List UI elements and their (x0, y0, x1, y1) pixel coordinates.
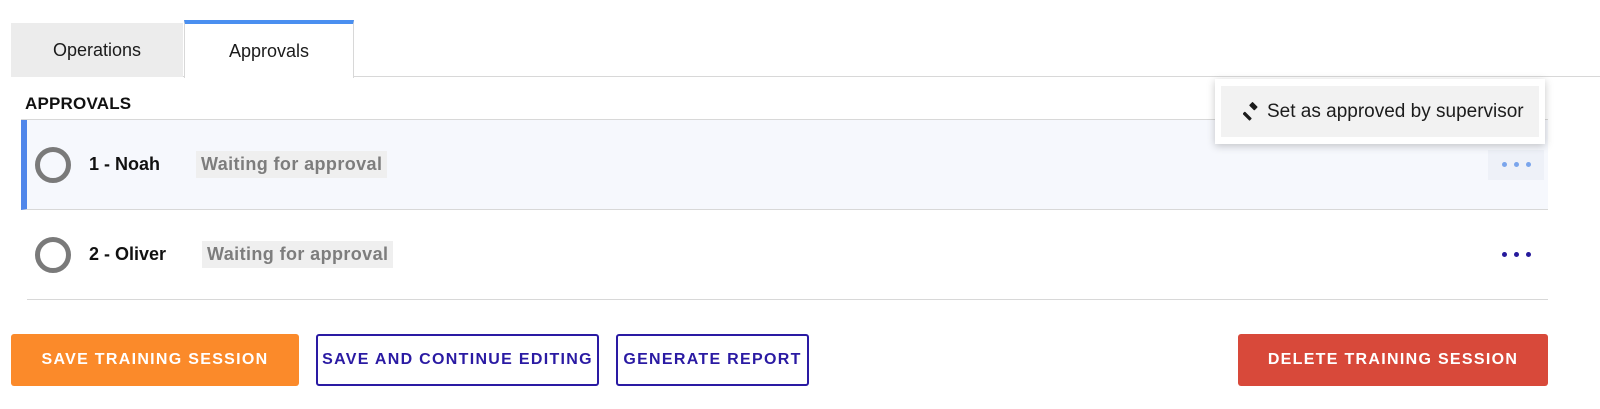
set-approved-menu-item[interactable]: Set as approved by supervisor (1221, 86, 1539, 137)
status-circle-icon (35, 146, 71, 183)
generate-report-button[interactable]: GENERATE REPORT (616, 334, 809, 386)
approver-name: 1 - Noah (89, 154, 161, 174)
tab-approvals[interactable]: Approvals (184, 20, 354, 78)
more-options-button[interactable] (1488, 149, 1544, 180)
more-dot-icon (1501, 162, 1507, 167)
more-dot-icon (1513, 162, 1519, 167)
generate-report-label: GENERATE REPORT (623, 351, 802, 368)
save-training-session-label: SAVE TRAINING SESSION (41, 351, 269, 368)
training-session-editor: Operations Approvals APPROVALS 1 - Noah … (0, 0, 1600, 409)
approvals-list: 1 - Noah Waiting for approval 2 - Oliver… (21, 119, 1548, 300)
section-heading: APPROVALS (25, 94, 132, 113)
status-badge: Waiting for approval (202, 241, 394, 268)
tab-approvals-label: Approvals (228, 40, 310, 61)
approval-row-oliver[interactable]: 2 - Oliver Waiting for approval (27, 210, 1548, 300)
save-and-continue-label: SAVE AND CONTINUE EDITING (322, 351, 593, 368)
status-badge: Waiting for approval (196, 151, 388, 178)
more-options-button[interactable] (1488, 240, 1544, 270)
delete-training-session-button[interactable]: DELETE TRAINING SESSION (1238, 334, 1548, 386)
more-dot-icon (1501, 252, 1507, 257)
more-dot-icon (1525, 252, 1531, 257)
more-dot-icon (1525, 162, 1531, 167)
tab-operations-label: Operations (52, 39, 142, 60)
set-approved-label: Set as approved by supervisor (1267, 100, 1524, 122)
more-dot-icon (1513, 252, 1519, 257)
gavel-icon (1243, 101, 1258, 121)
save-and-continue-button[interactable]: SAVE AND CONTINUE EDITING (316, 334, 599, 386)
save-training-session-button[interactable]: SAVE TRAINING SESSION (11, 334, 299, 386)
row-actions-menu: Set as approved by supervisor (1215, 79, 1545, 144)
status-circle-icon (35, 236, 71, 273)
delete-training-session-label: DELETE TRAINING SESSION (1267, 351, 1519, 368)
tab-bar: Operations Approvals (11, 20, 1600, 78)
approver-name: 2 - Oliver (89, 244, 167, 264)
tab-operations[interactable]: Operations (11, 23, 183, 77)
